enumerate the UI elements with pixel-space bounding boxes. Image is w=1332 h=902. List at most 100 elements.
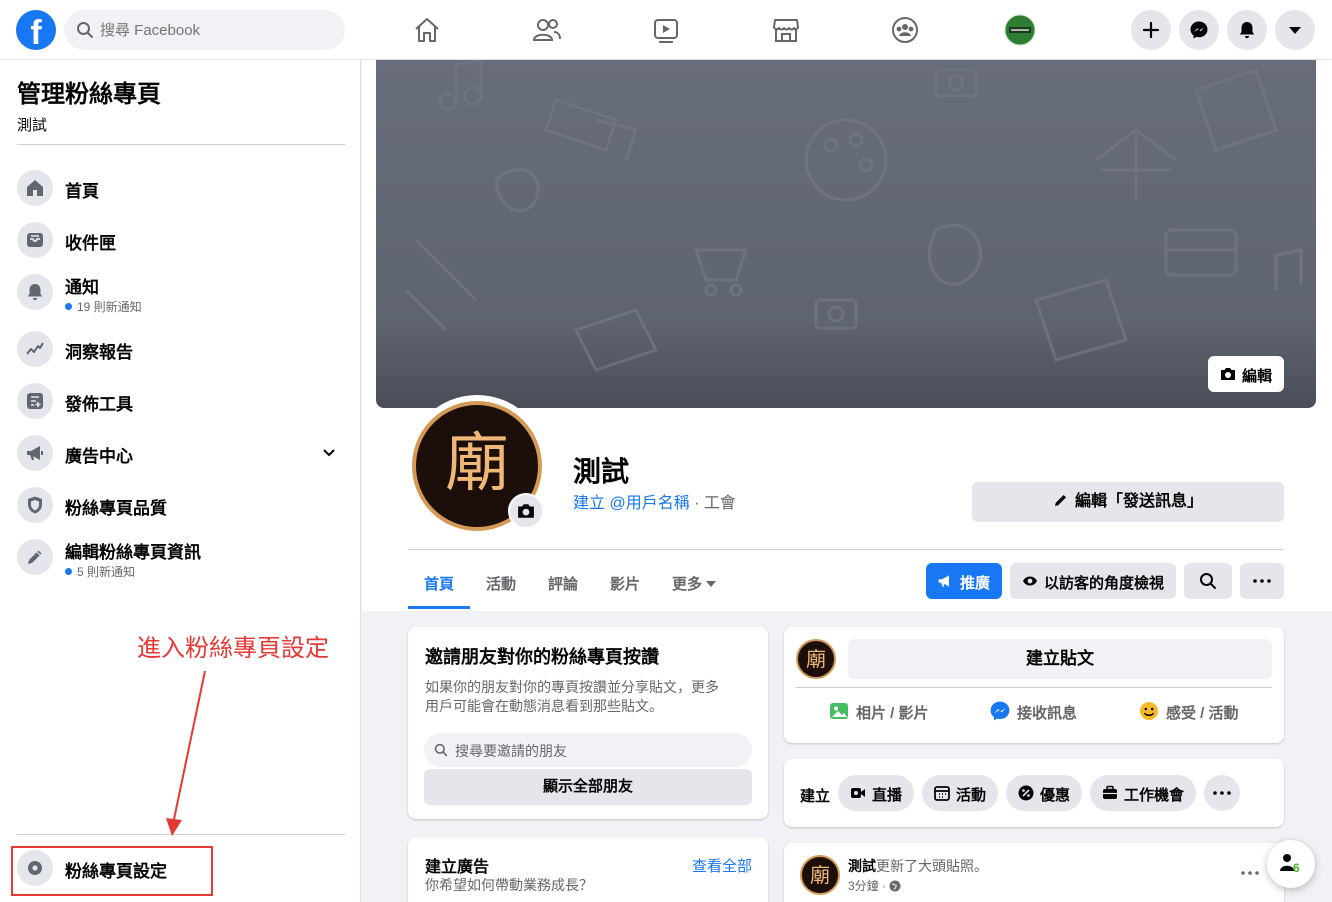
invite-search-placeholder: 搜尋要邀請的朋友 [455,743,567,759]
profile-picture[interactable]: 廟 [406,395,548,537]
sidebar-item-label: 首頁 [65,182,99,201]
sidebar-item-label: 收件匣 [65,234,116,253]
sidebar-item-home[interactable]: 首頁 [17,166,347,210]
search-page-button[interactable] [1184,563,1232,599]
chevron-down-icon[interactable] [321,445,337,461]
sidebar-item-inbox[interactable]: 收件匣 [17,218,347,262]
feeling-emoji-icon [1140,702,1158,720]
post-author-avatar[interactable]: 廟 [800,855,840,895]
notification-count: 5 則新通知 [65,563,135,580]
notification-count: 19 則新通知 [65,298,142,315]
dropdown-icon [1289,27,1301,34]
promote-button[interactable]: 推廣 [926,563,1002,599]
create-button[interactable] [1131,10,1171,50]
notifications-button[interactable] [1227,10,1267,50]
post-author[interactable]: 測試 [848,858,876,874]
messenger-button[interactable] [1179,10,1219,50]
unread-dot-icon [65,303,72,310]
calendar-icon [934,786,950,801]
bell-icon [27,284,43,301]
offer-icon [1018,785,1034,801]
contacts-count-badge: 6 [1293,861,1300,875]
cover-photo[interactable]: 編輯 [376,60,1316,408]
facebook-search[interactable] [64,10,345,50]
invite-card-text: 用戶可能會在動態消息看到那些貼文。 [425,698,663,714]
sidebar-item-publishing-tools[interactable]: 發佈工具 [17,379,347,423]
marketplace-icon[interactable] [770,14,802,46]
create-ad-card: 建立廣告 查看全部 你希望如何帶動業務成長？ [408,837,768,902]
show-all-friends-button[interactable]: 顯示全部朋友 [424,769,752,805]
home-icon[interactable] [411,14,443,46]
publishing-tools-icon [27,393,43,409]
unread-dot-icon [65,568,72,575]
insights-icon [26,342,44,355]
sidebar-item-label: 通知 [65,278,99,297]
sidebar-item-label: 洞察報告 [65,343,133,362]
sidebar-item-label: 發佈工具 [65,395,133,414]
create-ad-title: 建立廣告 [425,859,490,876]
tab-videos[interactable]: 影片 [610,573,640,611]
sidebar-divider [17,144,345,145]
more-dots-icon [1213,791,1231,795]
page-avatar-icon[interactable] [1004,14,1036,46]
post-composer-card: 廟 建立貼文 相片 / 影片 接收訊息 感受 / 活動 [784,627,1284,743]
more-dots-icon [1253,579,1271,583]
tab-events[interactable]: 活動 [486,573,516,611]
account-menu-button[interactable] [1275,10,1315,50]
camera-icon [518,504,534,518]
see-all-link[interactable]: 查看全部 [692,855,752,876]
sidebar-item-edit-page-info[interactable]: 編輯粉絲專頁資訊 5 則新通知 [17,535,347,579]
sidebar-item-label: 編輯粉絲專頁資訊 [65,543,201,562]
header-divider [408,549,1284,550]
composer-avatar[interactable]: 廟 [796,639,836,679]
briefcase-icon [1103,785,1117,799]
sidebar-item-label: 粉絲專頁品質 [65,499,167,518]
post-options-icon[interactable] [1240,871,1260,875]
tab-reviews[interactable]: 評論 [548,573,578,611]
feed-post-card: 廟 測試更新了大頭貼照。 3分鐘 · [784,843,1284,902]
sidebar-item-label: 廣告中心 [65,447,133,466]
watch-icon[interactable] [650,14,682,46]
facebook-logo-icon[interactable]: f [16,10,56,50]
facebook-search-input[interactable] [100,10,330,50]
friends-icon[interactable] [531,14,563,46]
bell-icon [1239,22,1255,39]
create-username-link[interactable]: 建立 @用戶名稱 [573,495,690,512]
more-options-button[interactable] [1240,563,1284,599]
live-video-icon [851,788,865,798]
groups-icon[interactable] [889,14,921,46]
create-label: 建立 [800,788,831,805]
home-icon [27,180,43,196]
live-video-chip[interactable]: 直播 [838,775,914,811]
eye-icon [1023,576,1037,586]
view-as-visitor-button[interactable]: 以訪客的角度檢視 [1010,563,1176,599]
caret-down-icon [706,581,717,587]
create-post-button[interactable]: 建立貼文 [848,639,1272,679]
sidebar-item-page-quality[interactable]: 粉絲專頁品質 [17,483,347,527]
post-header: 測試更新了大頭貼照。 [848,858,988,874]
post-timestamp[interactable]: 3分鐘 · [848,877,901,894]
more-create-options-button[interactable] [1204,775,1240,811]
offer-chip[interactable]: 優惠 [1006,775,1082,811]
update-profile-picture-button[interactable] [508,493,544,529]
edit-send-message-button[interactable]: 編輯「發送訊息」 [972,482,1284,522]
cover-pattern-icon [404,60,1303,372]
sidebar-item-notifications[interactable]: 通知 19 則新通知 [17,270,347,314]
shield-icon [28,496,42,514]
edit-cover-button[interactable]: 編輯 [1208,356,1284,392]
page-category: 工會 [703,495,736,512]
sidebar-item-insights[interactable]: 洞察報告 [17,327,347,371]
search-icon [77,22,93,38]
invite-card-title: 邀請朋友對你的粉絲專頁按讚 [425,647,659,667]
job-chip[interactable]: 工作機會 [1090,775,1196,811]
pencil-icon [28,550,42,564]
contacts-button[interactable]: 6 [1267,840,1315,888]
messenger-icon [990,701,1010,721]
sidebar-page-name: 測試 [17,117,48,134]
invite-friend-search[interactable]: 搜尋要邀請的朋友 [424,733,752,767]
search-icon [1200,573,1216,589]
tab-more[interactable]: 更多 [672,573,717,611]
event-chip[interactable]: 活動 [922,775,998,811]
inbox-icon [27,233,43,247]
sidebar-item-ad-center[interactable]: 廣告中心 [17,431,347,475]
